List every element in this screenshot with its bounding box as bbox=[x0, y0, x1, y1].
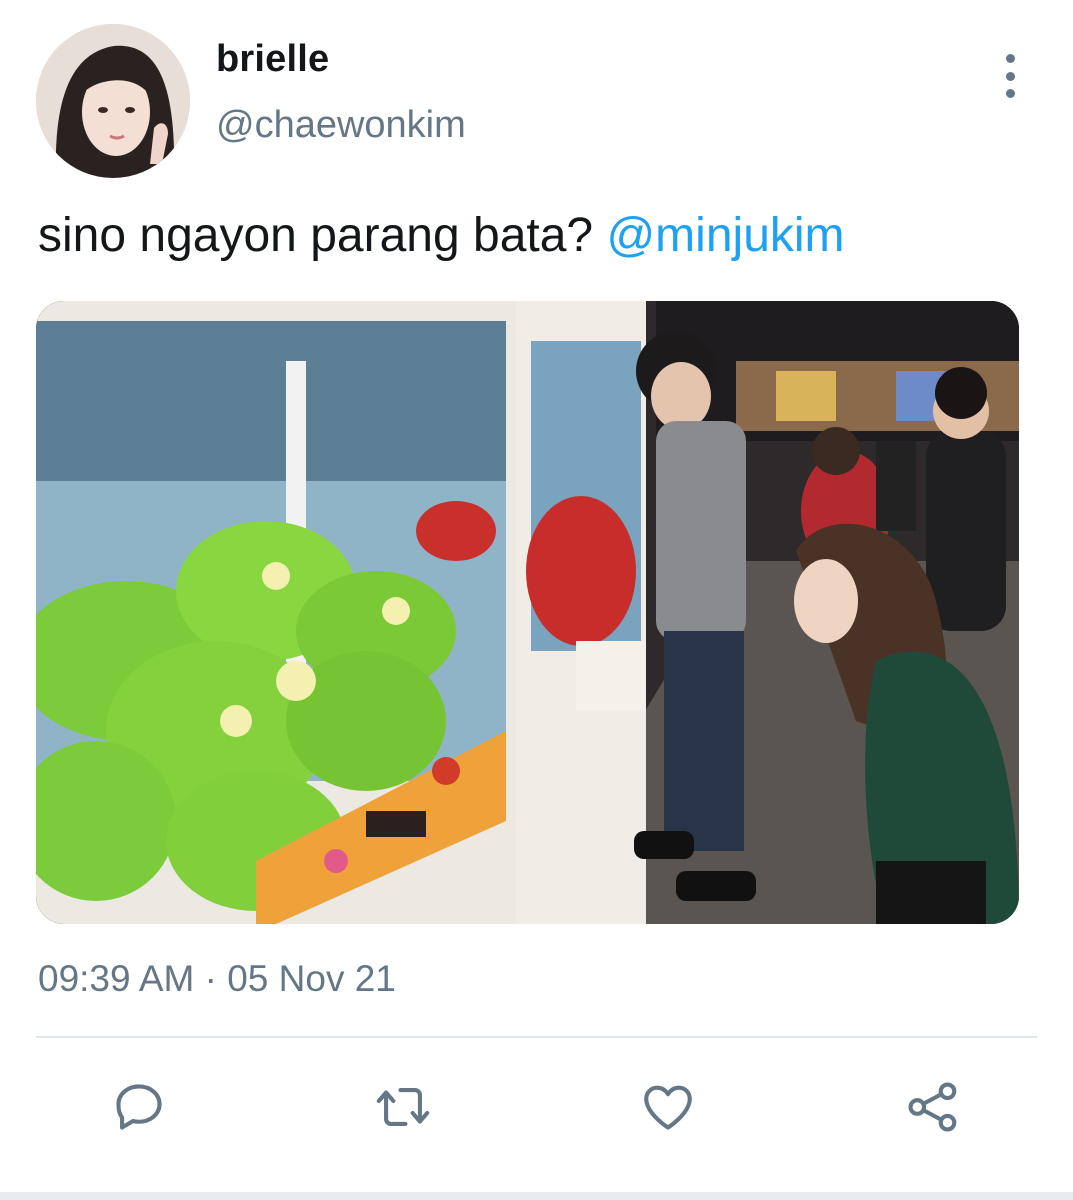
user-handle[interactable]: @chaewonkim bbox=[216, 104, 466, 147]
avatar-photo bbox=[36, 24, 190, 178]
tweet: brielle @chaewonkim sino ngayon parang b… bbox=[0, 0, 1073, 1200]
bottom-border bbox=[0, 1192, 1073, 1200]
tweet-timestamp[interactable]: 09:39 AM · 05 Nov 21 bbox=[38, 958, 396, 1000]
like-button[interactable] bbox=[633, 1072, 703, 1142]
retweet-button[interactable] bbox=[368, 1072, 438, 1142]
avatar[interactable] bbox=[36, 24, 190, 178]
reply-button[interactable] bbox=[104, 1072, 174, 1142]
reply-icon bbox=[116, 1084, 162, 1130]
display-name[interactable]: brielle bbox=[216, 38, 329, 81]
more-vertical-icon[interactable] bbox=[992, 54, 1028, 98]
heart-icon bbox=[644, 1085, 692, 1130]
tweet-photo[interactable] bbox=[36, 301, 1019, 924]
more-dot bbox=[1005, 71, 1015, 81]
tweet-text-body: sino ngayon parang bata? bbox=[38, 209, 607, 262]
more-dot bbox=[1005, 54, 1015, 63]
tweet-text: sino ngayon parang bata? @minjukim bbox=[38, 208, 845, 263]
divider bbox=[36, 1036, 1037, 1038]
arcade-photo bbox=[36, 301, 1019, 924]
mention-link[interactable]: @minjukim bbox=[606, 209, 844, 262]
share-icon bbox=[908, 1082, 957, 1132]
share-button[interactable] bbox=[898, 1072, 968, 1142]
retweet-icon bbox=[376, 1088, 430, 1126]
more-dot bbox=[1005, 89, 1015, 98]
